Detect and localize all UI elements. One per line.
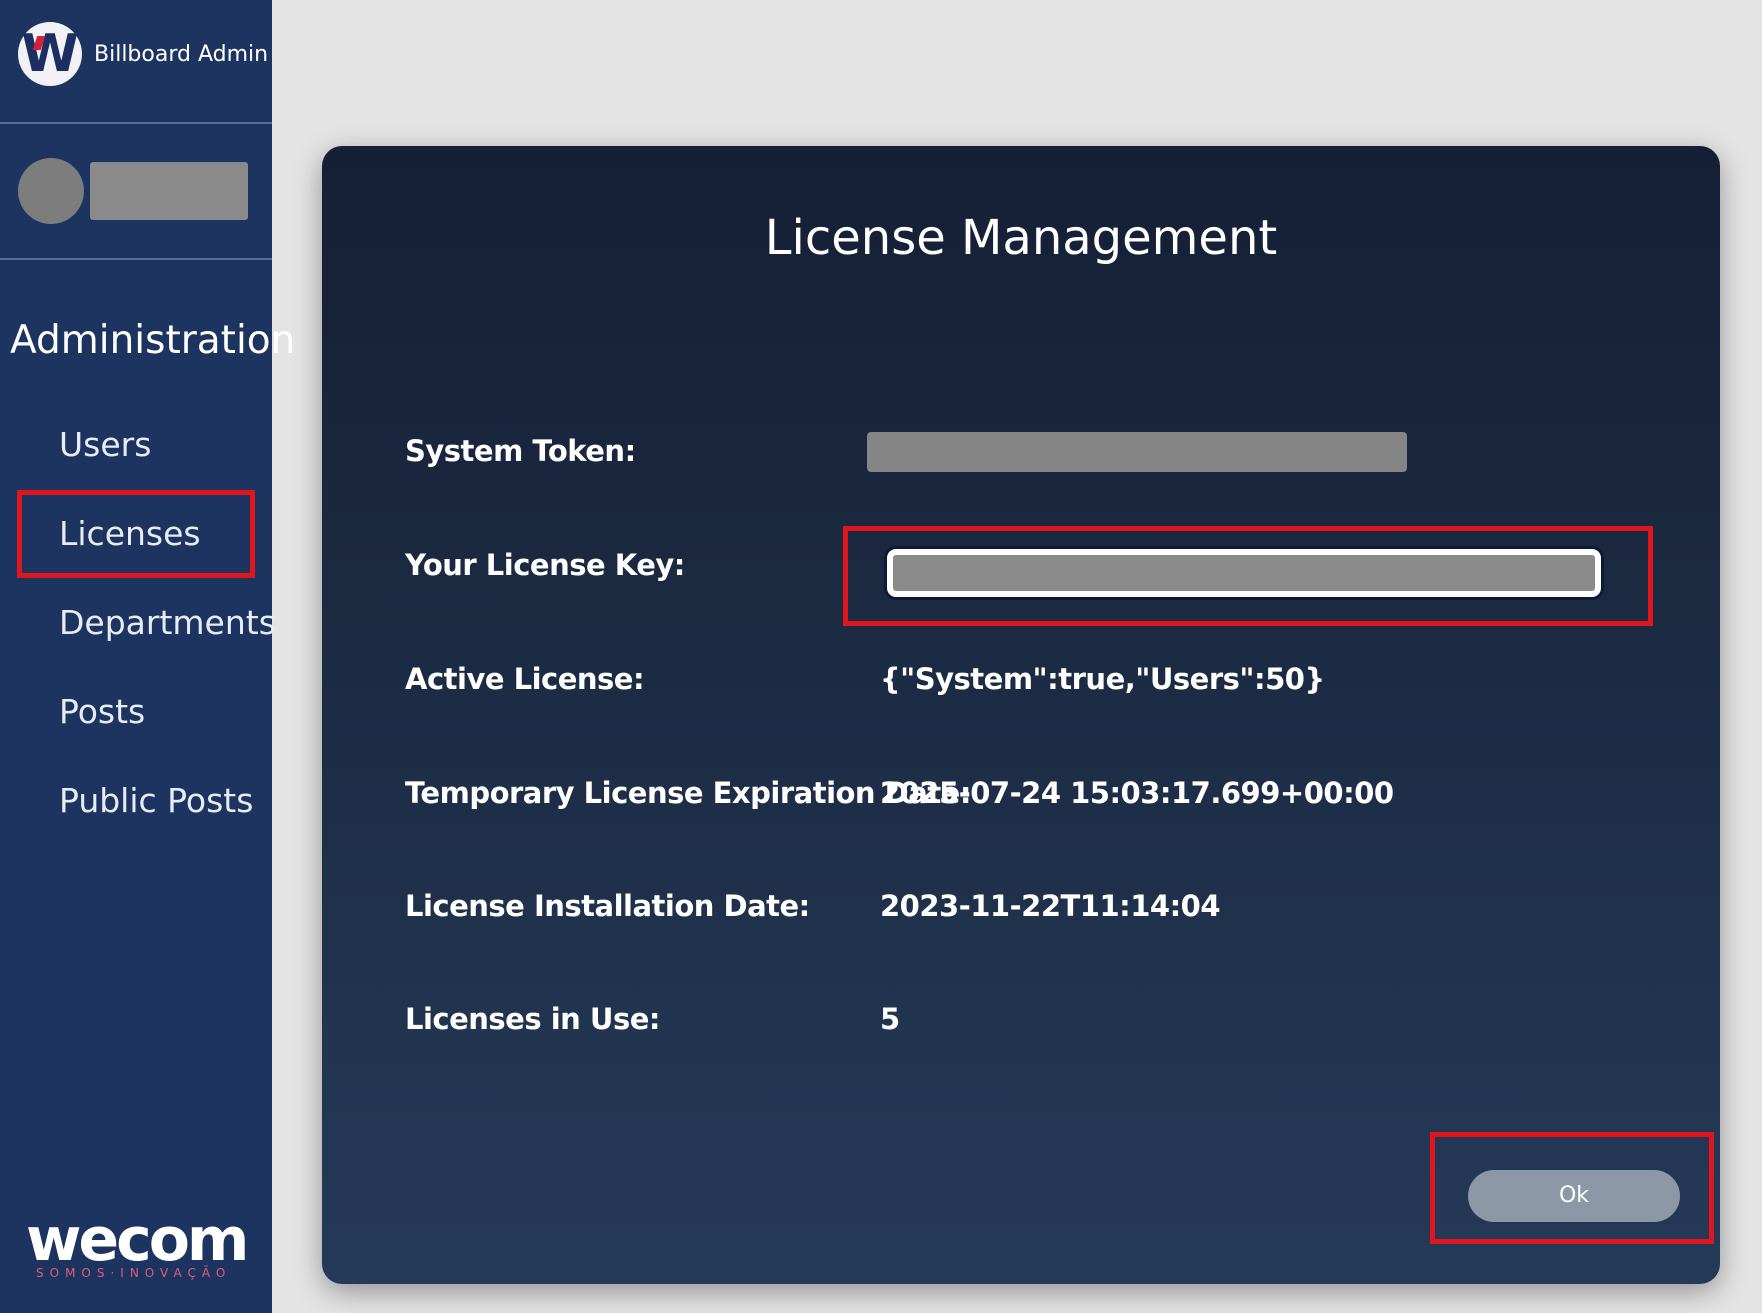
highlight-box-license-key — [843, 526, 1653, 626]
sidebar-item-public-posts[interactable]: Public Posts — [59, 781, 253, 820]
installation-date-label: License Installation Date: — [405, 889, 810, 923]
sidebar-item-departments[interactable]: Departments — [59, 603, 276, 642]
system-token-label: System Token: — [405, 434, 636, 468]
sidebar: W Billboard Admin Administration Users L… — [0, 0, 295, 1313]
temporary-expiration-value: 2025-07-24 15:03:17.699+00:00 — [880, 776, 1394, 810]
avatar[interactable] — [18, 158, 84, 224]
footer-tagline: SOMOS·INOVAÇÃO — [36, 1266, 232, 1280]
highlight-box-licenses — [17, 490, 255, 578]
installation-date-value: 2023-11-22T11:14:04 — [880, 889, 1221, 923]
user-name-redacted — [90, 162, 248, 220]
system-token-value-redacted — [867, 432, 1407, 472]
licenses-in-use-value: 5 — [880, 1002, 900, 1036]
license-management-dialog: License Management System Token: Your Li… — [322, 146, 1720, 1284]
dialog-title: License Management — [764, 210, 1278, 266]
section-title-administration: Administration — [10, 318, 296, 363]
sidebar-item-posts[interactable]: Posts — [59, 692, 145, 731]
user-profile[interactable] — [0, 126, 272, 260]
highlight-box-ok — [1430, 1132, 1714, 1244]
active-license-value: {"System":true,"Users":50} — [880, 662, 1325, 696]
sidebar-item-users[interactable]: Users — [59, 425, 151, 464]
brand-logo-letter: W — [21, 24, 79, 84]
active-license-label: Active License: — [405, 662, 645, 696]
brand-header: W Billboard Admin — [0, 0, 272, 124]
footer-brand: wecom — [26, 1205, 249, 1275]
brand-logo-icon[interactable]: W — [18, 22, 82, 86]
licenses-in-use-label: Licenses in Use: — [405, 1002, 660, 1036]
license-key-label: Your License Key: — [405, 548, 685, 582]
footer-logo: wecom SOMOS·INOVAÇÃO — [26, 1210, 260, 1282]
brand-name: Billboard Admin — [94, 42, 269, 67]
